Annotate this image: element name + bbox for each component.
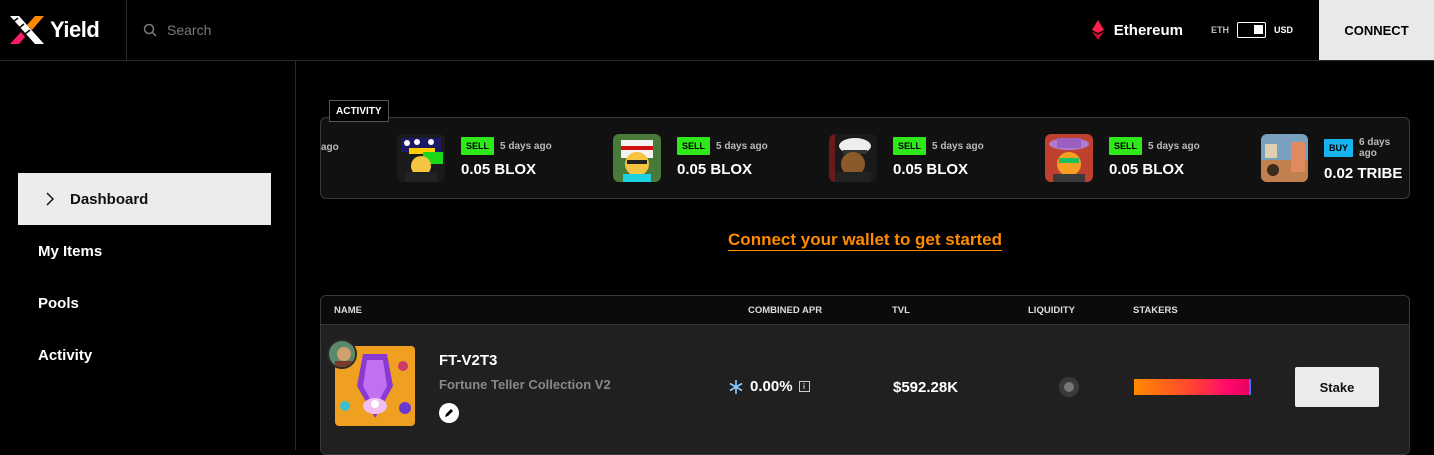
nft-thumbnail <box>829 134 877 182</box>
network-label: Ethereum <box>1113 21 1183 39</box>
nft-thumbnail <box>1261 134 1309 182</box>
chevron-right-icon <box>46 192 54 206</box>
search-bar[interactable]: Search <box>127 0 1092 60</box>
activity-tag: ACTIVITY <box>329 100 389 122</box>
buy-badge: BUY <box>1324 139 1354 157</box>
owner-avatar <box>327 339 357 369</box>
sidebar-item-my-items[interactable]: My Items <box>18 225 271 277</box>
logo[interactable]: Yield <box>0 0 127 60</box>
sidebar-item-pools[interactable]: Pools <box>18 277 271 329</box>
column-header-apr[interactable]: COMBINED APR <box>748 305 822 316</box>
activity-time: 5 days ago <box>716 140 768 152</box>
pool-collection: Fortune Teller Collection V2 <box>439 377 611 392</box>
column-header-liquidity[interactable]: LIQUIDITY <box>1028 305 1075 316</box>
apr-value: 0.00% <box>750 378 793 395</box>
activity-amount: 0.05 BLOX <box>1109 161 1185 178</box>
nft-thumbnail <box>613 134 661 182</box>
column-header-name[interactable]: NAME <box>334 305 362 316</box>
column-header-tvl[interactable]: TVL <box>892 305 910 316</box>
activity-item[interactable]: SELL 5 days ago 0.05 BLOX <box>1045 134 1200 182</box>
sidebar-item-dashboard[interactable]: Dashboard <box>18 173 271 225</box>
currency-switch[interactable]: ETH USD <box>1211 0 1293 60</box>
activity-time: 5 days ago <box>500 140 552 152</box>
search-icon <box>143 23 157 37</box>
sell-badge: SELL <box>677 137 711 155</box>
sidebar: Dashboard My Items Pools Activity <box>0 61 296 450</box>
info-icon[interactable]: i <box>798 381 810 392</box>
activity-item[interactable]: SELL 5 days ago 0.05 BLOX <box>829 134 984 182</box>
activity-ticker: ago SELL 5 days ago 0.05 BLOX SELL 5 day… <box>320 117 1410 199</box>
sidebar-item-label: Dashboard <box>70 190 149 208</box>
connect-wallet-link[interactable]: Connect your wallet to get started <box>728 230 1002 251</box>
connect-button[interactable]: CONNECT <box>1319 0 1434 60</box>
snowflake-icon <box>729 379 743 394</box>
connect-wallet-cta[interactable]: Connect your wallet to get started <box>320 230 1410 251</box>
combined-apr: 0.00% i <box>728 378 810 395</box>
brand-name: Yield <box>50 17 100 42</box>
nft-thumbnail <box>397 134 445 182</box>
sell-badge: SELL <box>893 137 927 155</box>
currency-toggle[interactable] <box>1236 22 1266 38</box>
activity-amount: 0.02 TRIBE <box>1324 165 1403 182</box>
table-header: NAME COMBINED APR TVL LIQUIDITY STAKERS <box>321 296 1409 325</box>
activity-item[interactable]: SELL 5 days ago 0.05 BLOX <box>397 134 552 182</box>
liquidity-indicator <box>1059 377 1079 397</box>
network-selector[interactable]: Ethereum <box>1091 0 1183 60</box>
table-row[interactable]: FT-V2T3 Fortune Teller Collection V2 0.0… <box>321 325 1409 454</box>
edit-button[interactable] <box>439 403 459 423</box>
sidebar-item-label: My Items <box>38 242 103 260</box>
sell-badge: SELL <box>1109 137 1143 155</box>
activity-time: 6 days ago <box>1359 137 1391 159</box>
sidebar-item-label: Activity <box>38 346 93 364</box>
activity-time: 5 days ago <box>1148 140 1200 152</box>
currency-usd-label: USD <box>1273 25 1293 35</box>
pool-name[interactable]: FT-V2T3 <box>439 352 497 369</box>
activity-amount: 0.05 BLOX <box>893 161 969 178</box>
activity-item[interactable]: SELL 5 days ago 0.05 BLOX <box>613 134 768 182</box>
ethereum-icon <box>1091 20 1104 40</box>
partial-time-label: ago <box>321 142 339 153</box>
activity-time: 5 days ago <box>932 140 984 152</box>
pools-table: NAME COMBINED APR TVL LIQUIDITY STAKERS <box>320 295 1410 455</box>
sidebar-item-label: Pools <box>38 294 79 312</box>
tvl-value: $592.28K <box>893 379 959 396</box>
activity-amount: 0.05 BLOX <box>461 161 537 178</box>
search-input[interactable]: Search <box>167 22 211 38</box>
top-bar: Yield Search Ethereum ETH USD CONNECT <box>0 0 1434 61</box>
activity-amount: 0.05 BLOX <box>677 161 753 178</box>
stakers-bar <box>1134 379 1251 395</box>
sidebar-item-activity[interactable]: Activity <box>18 329 271 381</box>
stake-button[interactable]: Stake <box>1295 367 1379 407</box>
pencil-icon <box>445 409 453 417</box>
sell-badge: SELL <box>461 137 495 155</box>
nft-thumbnail <box>1045 134 1093 182</box>
activity-item[interactable]: BUY 6 days ago 0.02 TRIBE <box>1261 134 1409 182</box>
column-header-stakers[interactable]: STAKERS <box>1133 305 1178 316</box>
currency-eth-label: ETH <box>1210 25 1229 35</box>
yield-logo-icon <box>10 16 44 44</box>
